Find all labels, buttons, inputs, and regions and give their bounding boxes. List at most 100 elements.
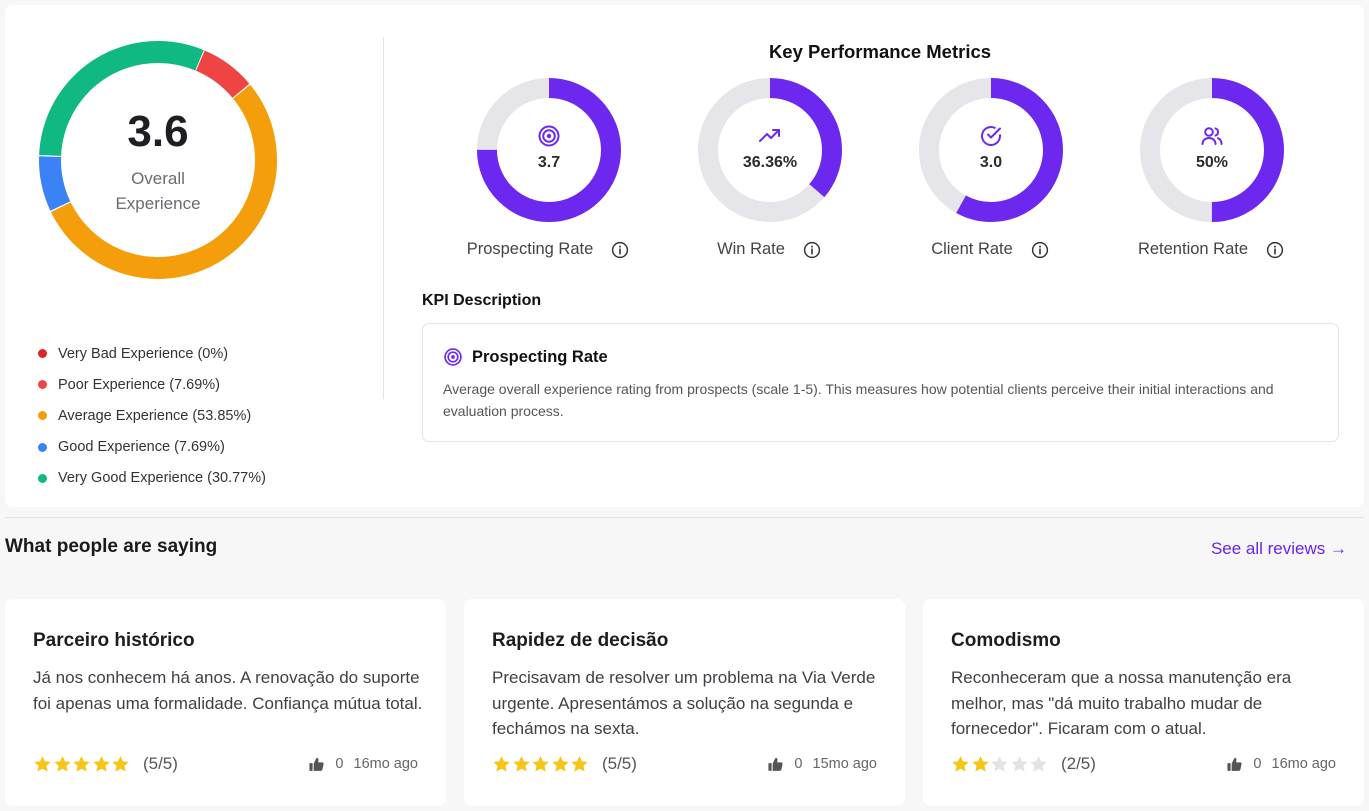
review-card[interactable]: Comodismo Reconheceram que a nossa manute… bbox=[923, 599, 1364, 806]
experience-legend: Very Bad Experience (0%) Poor Experience … bbox=[38, 338, 266, 494]
legend-dot bbox=[38, 349, 47, 359]
kpi-prospecting-rate[interactable]: 3.7 Prospecting Rate bbox=[438, 77, 658, 267]
target-icon bbox=[444, 348, 462, 366]
review-time: 15mo ago bbox=[812, 756, 878, 772]
star-empty-icon bbox=[991, 756, 1008, 772]
star-filled-icon bbox=[552, 756, 569, 772]
overall-score-label: Overall Experience bbox=[115, 169, 201, 213]
star-rating bbox=[492, 755, 590, 773]
review-card[interactable]: Parceiro histórico Já nos conhecem há ano… bbox=[5, 599, 446, 806]
kpi-value: 36.36% bbox=[742, 154, 798, 171]
kpi-ring bbox=[1140, 78, 1284, 222]
thumbs-up-icon[interactable] bbox=[308, 756, 325, 773]
review-card[interactable]: Rapidez de decisão Precisavam de resolver… bbox=[464, 599, 905, 806]
reviews-section-title: What people are saying bbox=[5, 536, 218, 557]
review-title: Rapidez de decisão bbox=[492, 630, 669, 651]
review-time: 16mo ago bbox=[1271, 756, 1337, 772]
review-text: Já nos conhecem há anos. A renovação do … bbox=[33, 668, 423, 713]
star-empty-icon bbox=[1011, 756, 1028, 772]
review-text: Precisavam de resolver um problema na Vi… bbox=[492, 668, 876, 738]
kpi-description-heading: KPI Description bbox=[422, 292, 542, 309]
star-filled-icon bbox=[53, 756, 71, 772]
star-rating bbox=[951, 755, 1049, 773]
users-icon bbox=[1201, 127, 1223, 145]
section-divider bbox=[5, 517, 1364, 518]
kpi-ring bbox=[698, 78, 842, 222]
experience-overview-card: 3.6 Overall Experience Very Bad Experien… bbox=[5, 5, 1364, 507]
review-meta: 0 15mo ago bbox=[767, 756, 877, 773]
target-icon bbox=[538, 125, 560, 147]
review-rating: (5/5) bbox=[142, 754, 178, 773]
star-rating bbox=[33, 755, 131, 773]
kpi-client-rate[interactable]: 3.0 Client Rate bbox=[880, 77, 1100, 267]
donut-segment bbox=[39, 41, 277, 279]
trending-up-icon bbox=[759, 129, 780, 142]
legend-item: Poor Experience (7.69%) bbox=[38, 369, 266, 400]
info-icon[interactable] bbox=[1031, 241, 1049, 259]
check-circle-icon bbox=[981, 126, 1001, 146]
review-footer: (2/5) 0 16mo ago bbox=[951, 752, 1336, 776]
legend-label: Very Bad Experience (0%) bbox=[58, 345, 229, 362]
vertical-divider bbox=[383, 37, 384, 399]
star-filled-icon bbox=[93, 756, 110, 772]
review-meta: 0 16mo ago bbox=[308, 756, 418, 773]
legend-label: Poor Experience (7.69%) bbox=[58, 376, 220, 393]
legend-dot bbox=[38, 442, 47, 452]
star-filled-icon bbox=[571, 756, 589, 772]
review-rating: (5/5) bbox=[601, 754, 637, 773]
info-icon[interactable] bbox=[1266, 241, 1284, 259]
see-all-reviews-link[interactable]: See all reviews → bbox=[1211, 539, 1347, 559]
star-filled-icon bbox=[112, 756, 130, 772]
legend-item: Very Good Experience (30.77%) bbox=[38, 463, 266, 494]
kpi-description-title: Prospecting Rate bbox=[443, 347, 608, 367]
kpi-value: 50% bbox=[1195, 154, 1229, 171]
star-filled-icon bbox=[512, 756, 530, 772]
info-icon[interactable] bbox=[611, 241, 629, 259]
info-icon[interactable] bbox=[803, 241, 821, 259]
review-time: 16mo ago bbox=[353, 756, 419, 772]
legend-item: Good Experience (7.69%) bbox=[38, 432, 266, 463]
kpi-label-row: Prospecting Rate bbox=[438, 240, 658, 259]
kpi-value: 3.0 bbox=[979, 154, 1003, 171]
legend-dot bbox=[38, 411, 47, 421]
kpi-label-row: Client Rate bbox=[880, 240, 1100, 259]
kpi-description-title-text: Prospecting Rate bbox=[472, 347, 608, 366]
donut-segment bbox=[39, 41, 277, 279]
star-filled-icon bbox=[493, 756, 510, 772]
kpi-retention-rate[interactable]: 50% Retention Rate bbox=[1101, 77, 1321, 267]
like-count: 0 bbox=[1253, 756, 1262, 772]
kpi-ring bbox=[919, 78, 1063, 222]
star-filled-icon bbox=[952, 756, 969, 772]
like-count: 0 bbox=[794, 756, 803, 772]
star-filled-icon bbox=[532, 756, 549, 772]
donut-segment bbox=[39, 41, 277, 279]
legend-dot bbox=[38, 380, 47, 390]
kpi-label: Client Rate bbox=[931, 240, 1013, 258]
star-empty-icon bbox=[1030, 756, 1048, 772]
kpi-section-title: Key Performance Metrics bbox=[768, 41, 992, 62]
overall-experience-donut: 3.6 Overall Experience bbox=[33, 35, 283, 285]
overall-donut-chart bbox=[39, 41, 277, 279]
donut-segment bbox=[39, 41, 277, 279]
review-title: Parceiro histórico bbox=[33, 630, 195, 651]
legend-item: Very Bad Experience (0%) bbox=[38, 338, 266, 369]
review-text: Reconheceram que a nossa manutenção era … bbox=[951, 668, 1292, 738]
kpi-label: Retention Rate bbox=[1137, 240, 1249, 258]
kpi-description-box: Prospecting Rate Average overall experie… bbox=[422, 323, 1339, 442]
review-footer: (5/5) 0 16mo ago bbox=[33, 752, 418, 776]
kpi-win-rate[interactable]: 36.36% Win Rate bbox=[659, 77, 879, 267]
star-filled-icon bbox=[73, 756, 90, 772]
like-count: 0 bbox=[335, 756, 344, 772]
star-filled-icon bbox=[34, 756, 51, 772]
legend-label: Average Experience (53.85%) bbox=[58, 407, 252, 424]
thumbs-up-icon[interactable] bbox=[1226, 756, 1243, 773]
review-title: Comodismo bbox=[951, 630, 1061, 651]
review-rating: (2/5) bbox=[1060, 754, 1096, 773]
overall-score: 3.6 bbox=[127, 107, 189, 156]
thumbs-up-icon[interactable] bbox=[767, 756, 784, 773]
kpi-label: Win Rate bbox=[717, 240, 785, 258]
review-meta: 0 16mo ago bbox=[1226, 756, 1336, 773]
kpi-description-text: Average overall experience rating from p… bbox=[443, 381, 1274, 419]
kpi-label: Prospecting Rate bbox=[466, 240, 594, 258]
legend-dot bbox=[38, 473, 47, 483]
